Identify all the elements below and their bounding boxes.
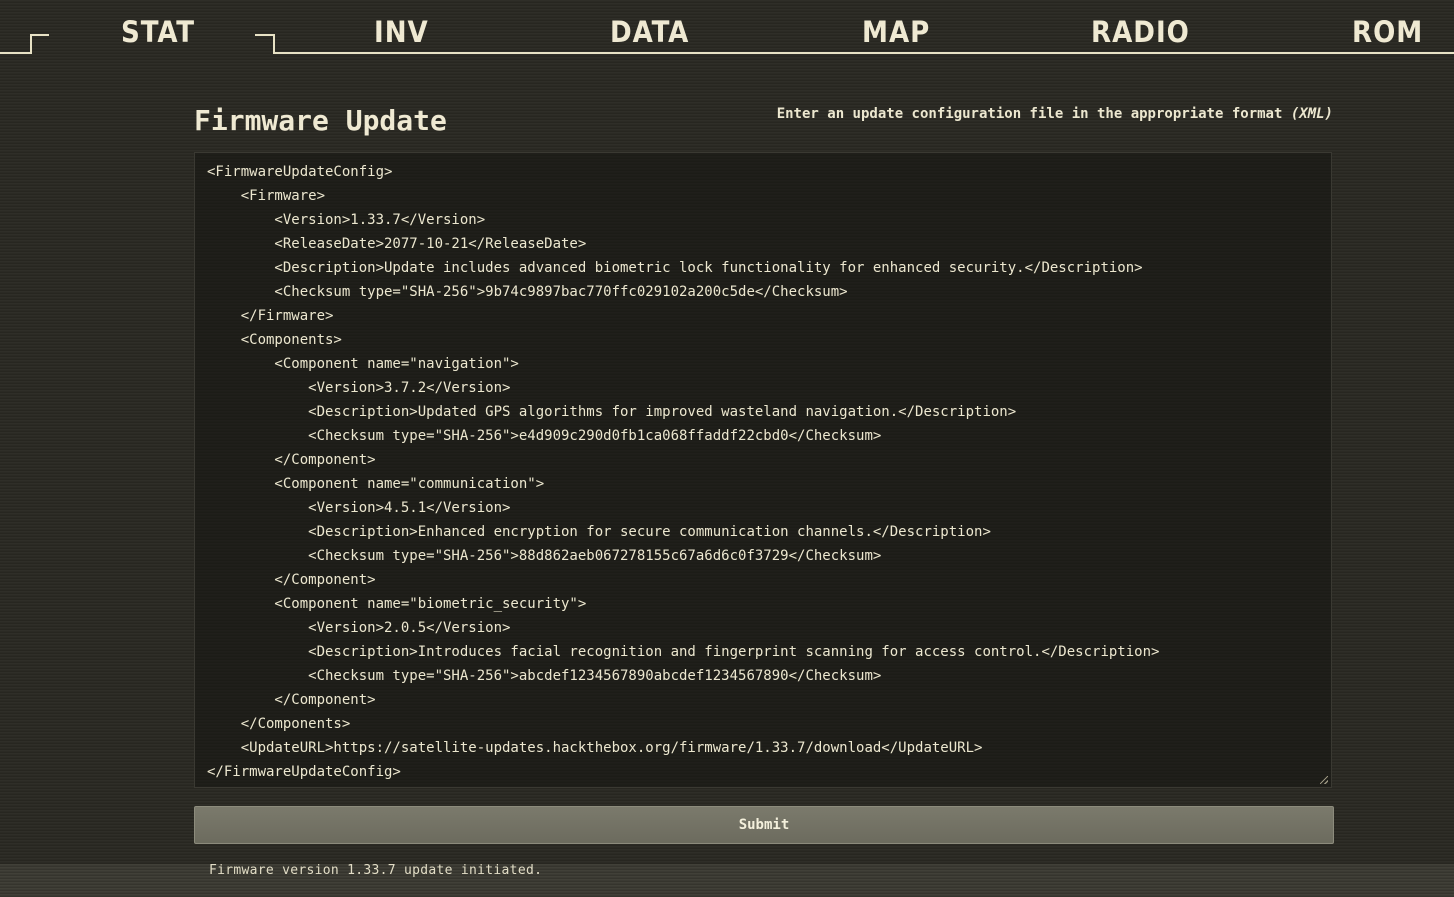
code-line: <Description>Update includes advanced bi… [207, 260, 1143, 276]
tab-data[interactable]: DATA [610, 14, 689, 50]
code-line: <Version>4.5.1</Version> [207, 500, 511, 516]
active-tab-bracket-left [0, 34, 49, 54]
code-line: </Component> [207, 692, 376, 708]
code-line: <ReleaseDate>2077-10-21</ReleaseDate> [207, 236, 587, 252]
code-line: <Components> [207, 332, 342, 348]
code-line: </FirmwareUpdateConfig> [207, 764, 401, 780]
xml-config-content: <FirmwareUpdateConfig> <Firmware> <Versi… [207, 160, 1319, 784]
page-title: Firmware Update [194, 104, 447, 137]
code-line: </Firmware> [207, 308, 334, 324]
code-line: <Firmware> [207, 188, 326, 204]
status-message: Firmware version 1.33.7 update initiated… [209, 863, 543, 878]
format-hint: Enter an update configuration file in th… [777, 104, 1333, 124]
format-hint-text: Enter an update configuration file in th… [776, 106, 1291, 122]
code-line: <Component name="navigation"> [207, 356, 519, 372]
code-line: </Components> [207, 716, 351, 732]
code-line: <Checksum type="SHA-256">88d862aeb067278… [207, 548, 882, 564]
top-navigation: STAT INV DATA MAP RADIO ROM [0, 0, 1454, 60]
code-line: </Component> [207, 572, 376, 588]
format-hint-format: (XML) [1290, 106, 1333, 122]
tab-map[interactable]: MAP [862, 14, 930, 50]
nav-underline [275, 52, 1454, 54]
code-line: <Description>Introduces facial recogniti… [207, 644, 1160, 660]
tab-inv[interactable]: INV [374, 14, 429, 50]
status-bar: Firmware version 1.33.7 update initiated… [0, 864, 1454, 897]
code-line: <Version>1.33.7</Version> [207, 212, 486, 228]
code-line: <FirmwareUpdateConfig> [207, 164, 393, 180]
code-line: <Component name="communication"> [207, 476, 545, 492]
tab-rom[interactable]: ROM [1352, 14, 1423, 50]
submit-button[interactable]: Submit [194, 806, 1334, 844]
code-line: <Description>Enhanced encryption for sec… [207, 524, 991, 540]
code-line: </Component> [207, 452, 376, 468]
xml-config-textarea[interactable]: <FirmwareUpdateConfig> <Firmware> <Versi… [194, 152, 1332, 788]
code-line: <Component name="biometric_security"> [207, 596, 587, 612]
code-line: <Checksum type="SHA-256">abcdef123456789… [207, 668, 882, 684]
code-line: <UpdateURL>https://satellite-updates.hac… [207, 740, 983, 756]
tab-radio[interactable]: RADIO [1091, 14, 1190, 50]
code-line: <Version>2.0.5</Version> [207, 620, 511, 636]
code-line: <Description>Updated GPS algorithms for … [207, 404, 1017, 420]
code-line: <Checksum type="SHA-256">9b74c9897bac770… [207, 284, 848, 300]
code-line: <Checksum type="SHA-256">e4d909c290d0fb1… [207, 428, 882, 444]
tab-stat[interactable]: STAT [121, 14, 195, 50]
active-tab-bracket-right [255, 34, 277, 54]
resize-handle-icon[interactable] [1320, 776, 1328, 784]
code-line: <Version>3.7.2</Version> [207, 380, 511, 396]
